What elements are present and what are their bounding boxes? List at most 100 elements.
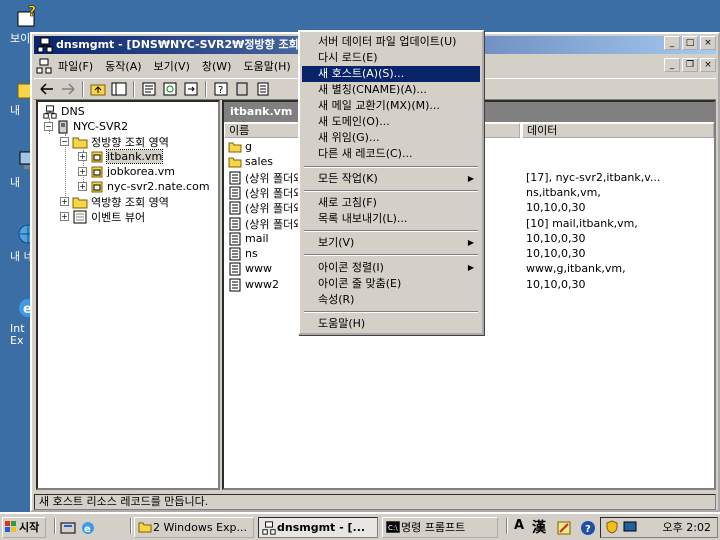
tree-node-zone-jobkorea[interactable]: + jobkorea.vm <box>78 164 175 179</box>
help-button[interactable]: ? <box>212 81 230 97</box>
record-row[interactable]: (상위 폴더와 <box>228 170 303 185</box>
back-arrow-icon <box>40 83 53 95</box>
help-circle-icon[interactable]: ? <box>580 520 596 536</box>
expand-toggle[interactable]: + <box>78 152 87 161</box>
record-row[interactable]: (상위 폴더와 <box>228 185 303 200</box>
desktop-icon-my-network[interactable]: 내 네 <box>0 222 38 263</box>
mdi-restore-button[interactable]: ❐ <box>682 58 698 72</box>
task-dnsmgmt[interactable]: dnsmgmt - [... <box>258 517 378 538</box>
expand-toggle[interactable]: + <box>78 167 87 176</box>
task-windows-explorer[interactable]: 2 Windows Exp... <box>134 517 254 538</box>
tree-view-icon <box>111 82 127 96</box>
record-row[interactable]: www2 <box>228 277 279 292</box>
start-button[interactable]: 시작 <box>2 517 46 538</box>
mdi-minimize-button[interactable]: _ <box>664 58 680 72</box>
record-row[interactable]: ns <box>228 246 258 261</box>
menu-item-line-up-icons[interactable]: 아이콘 줄 맞춤(E) <box>302 276 480 292</box>
column-header-data[interactable]: 데이터 <box>522 123 714 138</box>
show-desktop-icon[interactable] <box>60 520 76 536</box>
tree-node-forward-zone[interactable]: − 정방향 조회 영역 <box>60 134 169 149</box>
back-button[interactable] <box>38 81 56 97</box>
toolbar-separator <box>133 81 135 97</box>
forward-button[interactable] <box>59 81 77 97</box>
menu-help[interactable]: 도움말(H) <box>237 58 296 74</box>
internet-explorer-icon[interactable]: e <box>80 520 96 536</box>
menu-item-new-delegation[interactable]: 새 위임(G)... <box>302 130 480 146</box>
properties-icon <box>142 82 156 96</box>
menu-item-export-list[interactable]: 목록 내보내기(L)... <box>302 211 480 227</box>
menu-item-new-alias[interactable]: 새 별칭(CNAME)(A)... <box>302 82 480 98</box>
close-button[interactable]: × <box>700 36 716 50</box>
dns-icon <box>37 37 53 53</box>
menu-item-all-tasks[interactable]: 모든 작업(K) ▶ <box>302 171 480 187</box>
tree-node-reverse-zone[interactable]: + 역방향 조회 영역 <box>60 194 169 209</box>
server-icon <box>58 120 68 133</box>
record-icon <box>229 262 241 275</box>
menu-item-new-host[interactable]: 새 호스트(A)(S)... <box>302 66 480 82</box>
zone-icon <box>91 151 103 162</box>
dns-small-icon[interactable] <box>36 58 52 74</box>
show-tree-button[interactable] <box>110 81 128 97</box>
record-row[interactable]: mail <box>228 231 269 246</box>
record-row[interactable]: (상위 폴더와 <box>228 200 303 215</box>
menu-action[interactable]: 동작(A) <box>99 58 147 74</box>
mdi-close-button[interactable]: × <box>700 58 716 72</box>
tree-node-zone-itbank[interactable]: + itbank.vm <box>78 149 164 164</box>
action-button-2[interactable] <box>254 81 272 97</box>
expand-toggle[interactable]: + <box>60 212 69 221</box>
record-row[interactable]: sales <box>228 154 273 169</box>
export-button[interactable] <box>182 81 200 97</box>
properties-button[interactable] <box>140 81 158 97</box>
refresh-button[interactable] <box>161 81 179 97</box>
tree-node-zone-nate[interactable]: + nyc-svr2.nate.com <box>78 179 210 194</box>
record-name: ns <box>245 247 258 260</box>
menu-file[interactable]: 파일(F) <box>52 58 99 74</box>
record-icon <box>229 217 241 230</box>
collapse-toggle[interactable]: − <box>44 122 53 131</box>
tree-node-server[interactable]: − NYC-SVR2 <box>44 119 128 134</box>
menu-item-help[interactable]: 도움말(H) <box>302 316 480 332</box>
menu-window[interactable]: 창(W) <box>196 58 238 74</box>
action-button-1[interactable] <box>233 81 251 97</box>
menu-item-arrange-icons[interactable]: 아이콘 정렬(I) ▶ <box>302 260 480 276</box>
taskbar-separator <box>54 518 56 534</box>
minimize-button[interactable]: _ <box>664 36 680 50</box>
list-icon <box>257 82 269 96</box>
ime-hanja-indicator[interactable]: 漢 <box>532 517 546 537</box>
tree-node-dns[interactable]: DNS <box>42 104 85 119</box>
language-indicator[interactable]: A <box>514 518 524 533</box>
menu-item-update-data-file[interactable]: 서버 데이터 파일 업데이트(U) <box>302 34 480 50</box>
desktop-icon-my-documents[interactable]: ? 보이 <box>0 4 36 45</box>
expand-toggle[interactable]: + <box>78 182 87 191</box>
menu-item-reload[interactable]: 다시 로드(E) <box>302 50 480 66</box>
menu-item-other-records[interactable]: 다른 새 레코드(C)... <box>302 146 480 162</box>
desktop-icon-computer[interactable]: 내 <box>0 76 39 117</box>
record-icon <box>229 247 241 260</box>
record-row[interactable]: (상위 폴더와 <box>228 216 303 231</box>
up-folder-button[interactable] <box>89 81 107 97</box>
tree-node-event-viewer[interactable]: + 이벤트 뷰어 <box>60 209 145 224</box>
menu-item-properties[interactable]: 속성(R) <box>302 292 480 308</box>
task-command-prompt[interactable]: C:\ 명령 프롬프트 <box>382 517 498 538</box>
network-monitor-icon[interactable] <box>623 520 637 534</box>
folder-icon <box>228 142 242 152</box>
menu-item-refresh[interactable]: 새로 고침(F) <box>302 195 480 211</box>
tree-node-label: nyc-svr2.nate.com <box>107 180 210 193</box>
record-row[interactable]: www <box>228 261 272 276</box>
clock[interactable]: 오후 2:02 <box>663 518 711 537</box>
menu-item-new-mx[interactable]: 새 메일 교환기(MX)(M)... <box>302 98 480 114</box>
expand-toggle[interactable]: + <box>60 197 69 206</box>
desktop-icon-network[interactable]: 내 <box>0 148 37 189</box>
security-shield-icon[interactable] <box>605 520 619 534</box>
record-name: (상위 폴더와 <box>245 217 304 231</box>
collapse-toggle[interactable]: − <box>60 137 69 146</box>
menu-view[interactable]: 보기(V) <box>148 58 196 74</box>
ime-tools-icon[interactable] <box>556 520 572 536</box>
maximize-button[interactable]: □ <box>682 36 698 50</box>
desktop-icon-ie[interactable]: e Int <box>0 296 37 335</box>
dns-icon <box>43 104 57 119</box>
menu-item-view[interactable]: 보기(V) ▶ <box>302 235 480 251</box>
record-row[interactable]: g <box>228 139 252 154</box>
svg-text:?: ? <box>218 85 223 96</box>
menu-item-new-domain[interactable]: 새 도메인(O)... <box>302 114 480 130</box>
